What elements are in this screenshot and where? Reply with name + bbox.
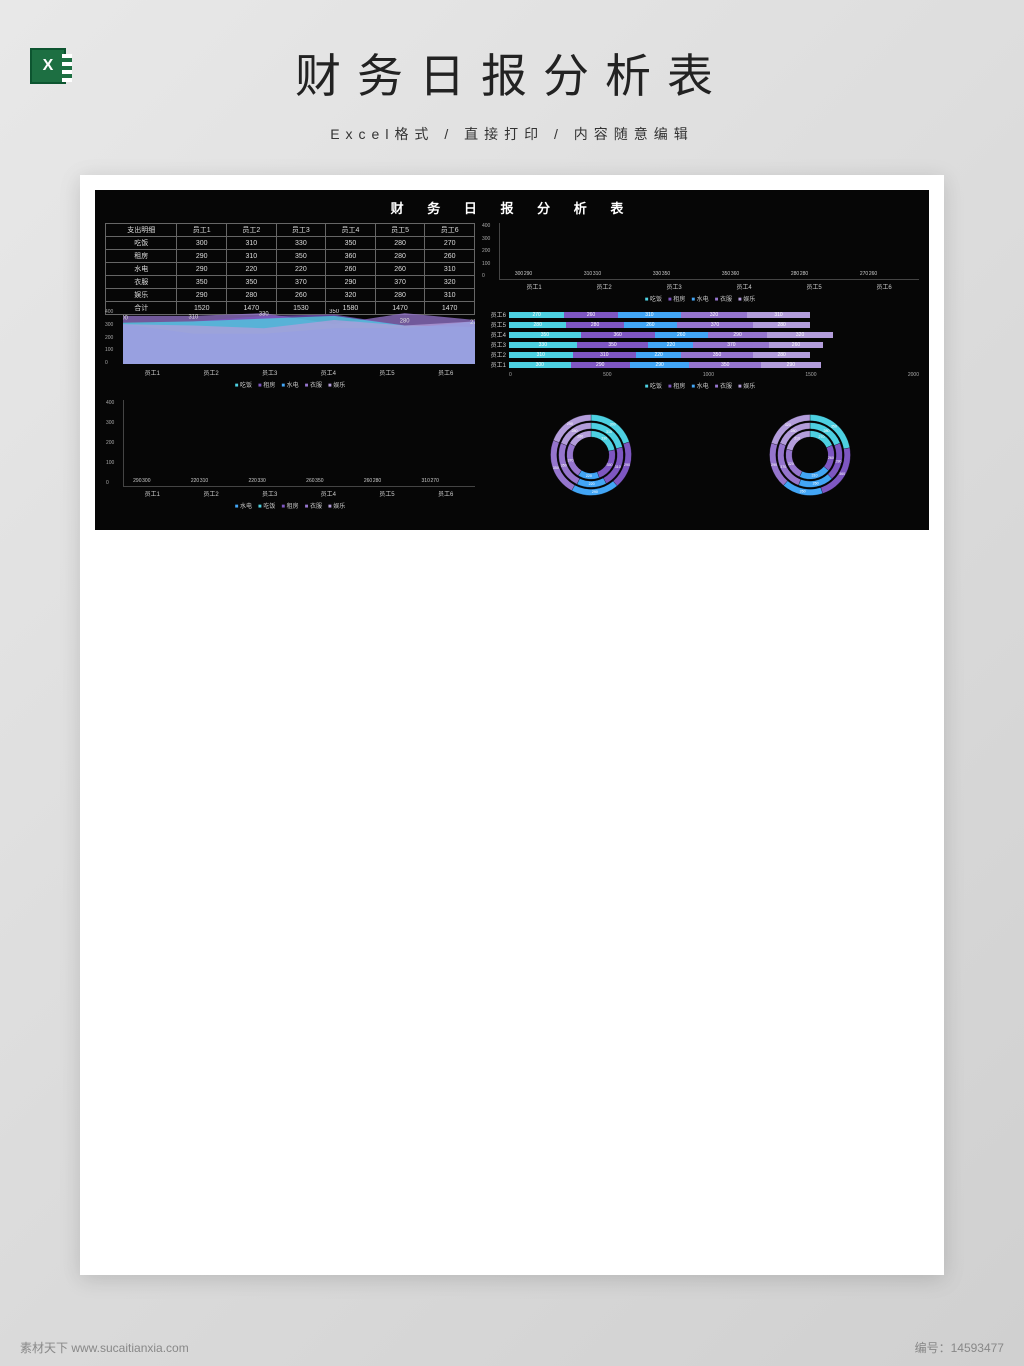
svg-text:330: 330 <box>601 436 607 440</box>
svg-text:350: 350 <box>830 424 836 428</box>
svg-text:320: 320 <box>787 462 793 466</box>
svg-text:320: 320 <box>784 423 790 427</box>
svg-text:350: 350 <box>329 309 339 315</box>
svg-text:280: 280 <box>835 459 841 463</box>
page-title: 财务日报分析表 <box>0 40 1024 106</box>
data-table-box: 支出明细员工1员工2员工3员工4员工5员工6吃饭3003103303502802… <box>105 223 475 303</box>
svg-text:310: 310 <box>605 430 611 434</box>
svg-text:310: 310 <box>811 474 817 478</box>
document-page: 财 务 日 报 分 析 表 支出明细员工1员工2员工3员工4员工5员工6吃饭30… <box>80 175 944 1275</box>
svg-text:350: 350 <box>552 466 558 470</box>
svg-text:260: 260 <box>812 482 818 486</box>
svg-text:370: 370 <box>780 465 786 469</box>
area-chart: 0100200300400 300310330350280270 员工1员工2员… <box>105 309 475 394</box>
page-subtitle: Excel格式 / 直接打印 / 内容随意编辑 <box>0 124 1024 144</box>
svg-text:290: 290 <box>591 490 597 494</box>
footer-credit: 素材天下 www.sucaitianxia.com 编号：14593477 <box>20 1339 1004 1356</box>
svg-text:270: 270 <box>818 435 824 439</box>
svg-text:280: 280 <box>823 429 829 433</box>
svg-text:330: 330 <box>259 312 269 318</box>
sunburst-left: 300 290 290 350 290 310 310 220 350 280 330 350 220 3… <box>546 410 636 500</box>
svg-text:290: 290 <box>771 463 777 467</box>
svg-text:310: 310 <box>189 314 199 320</box>
footer-left: 素材天下 www.sucaitianxia.com <box>20 1339 189 1356</box>
svg-text:260: 260 <box>799 490 805 494</box>
svg-text:260: 260 <box>577 435 583 439</box>
svg-text:300: 300 <box>609 423 615 427</box>
expense-table: 支出明细员工1员工2员工3员工4员工5员工6吃饭3003103303502802… <box>105 223 475 315</box>
svg-text:300: 300 <box>123 316 129 322</box>
svg-text:350: 350 <box>560 464 566 468</box>
svg-text:280: 280 <box>400 318 410 324</box>
stacked-hbar: 员工6270260310320310员工5280280260370280员工43… <box>481 309 919 394</box>
dashboard-title: 财 务 日 报 分 析 表 <box>105 198 919 217</box>
svg-text:290: 290 <box>624 463 630 467</box>
svg-text:290: 290 <box>566 422 572 426</box>
svg-text:360: 360 <box>839 472 845 476</box>
svg-text:280: 280 <box>790 429 796 433</box>
header: 财务日报分析表 Excel格式 / 直接打印 / 内容随意编辑 <box>0 40 1024 144</box>
grouped-bar-top: 0100200300400 30029031031033035035036028… <box>481 223 919 303</box>
sunburst-charts: 3002902903502903103102203502803303502203… <box>481 400 919 510</box>
svg-text:220: 220 <box>588 482 594 486</box>
sunburst-right: 3503602602903202802802603702802702603103… <box>765 410 855 500</box>
dashboard: 财 务 日 报 分 析 表 支出明细员工1员工2员工3员工4员工5员工6吃饭30… <box>95 190 929 530</box>
svg-text:220: 220 <box>585 474 591 478</box>
svg-text:270: 270 <box>470 320 475 326</box>
svg-text:370: 370 <box>567 458 573 462</box>
svg-text:280: 280 <box>571 429 577 433</box>
footer-right: 编号：14593477 <box>915 1339 1004 1356</box>
svg-text:310: 310 <box>793 436 799 440</box>
svg-text:310: 310 <box>614 465 620 469</box>
svg-text:260: 260 <box>827 456 833 460</box>
svg-text:350: 350 <box>606 463 612 467</box>
grouped-bar-bottom: 0100200300400 29030022031022033026035026… <box>105 400 475 510</box>
